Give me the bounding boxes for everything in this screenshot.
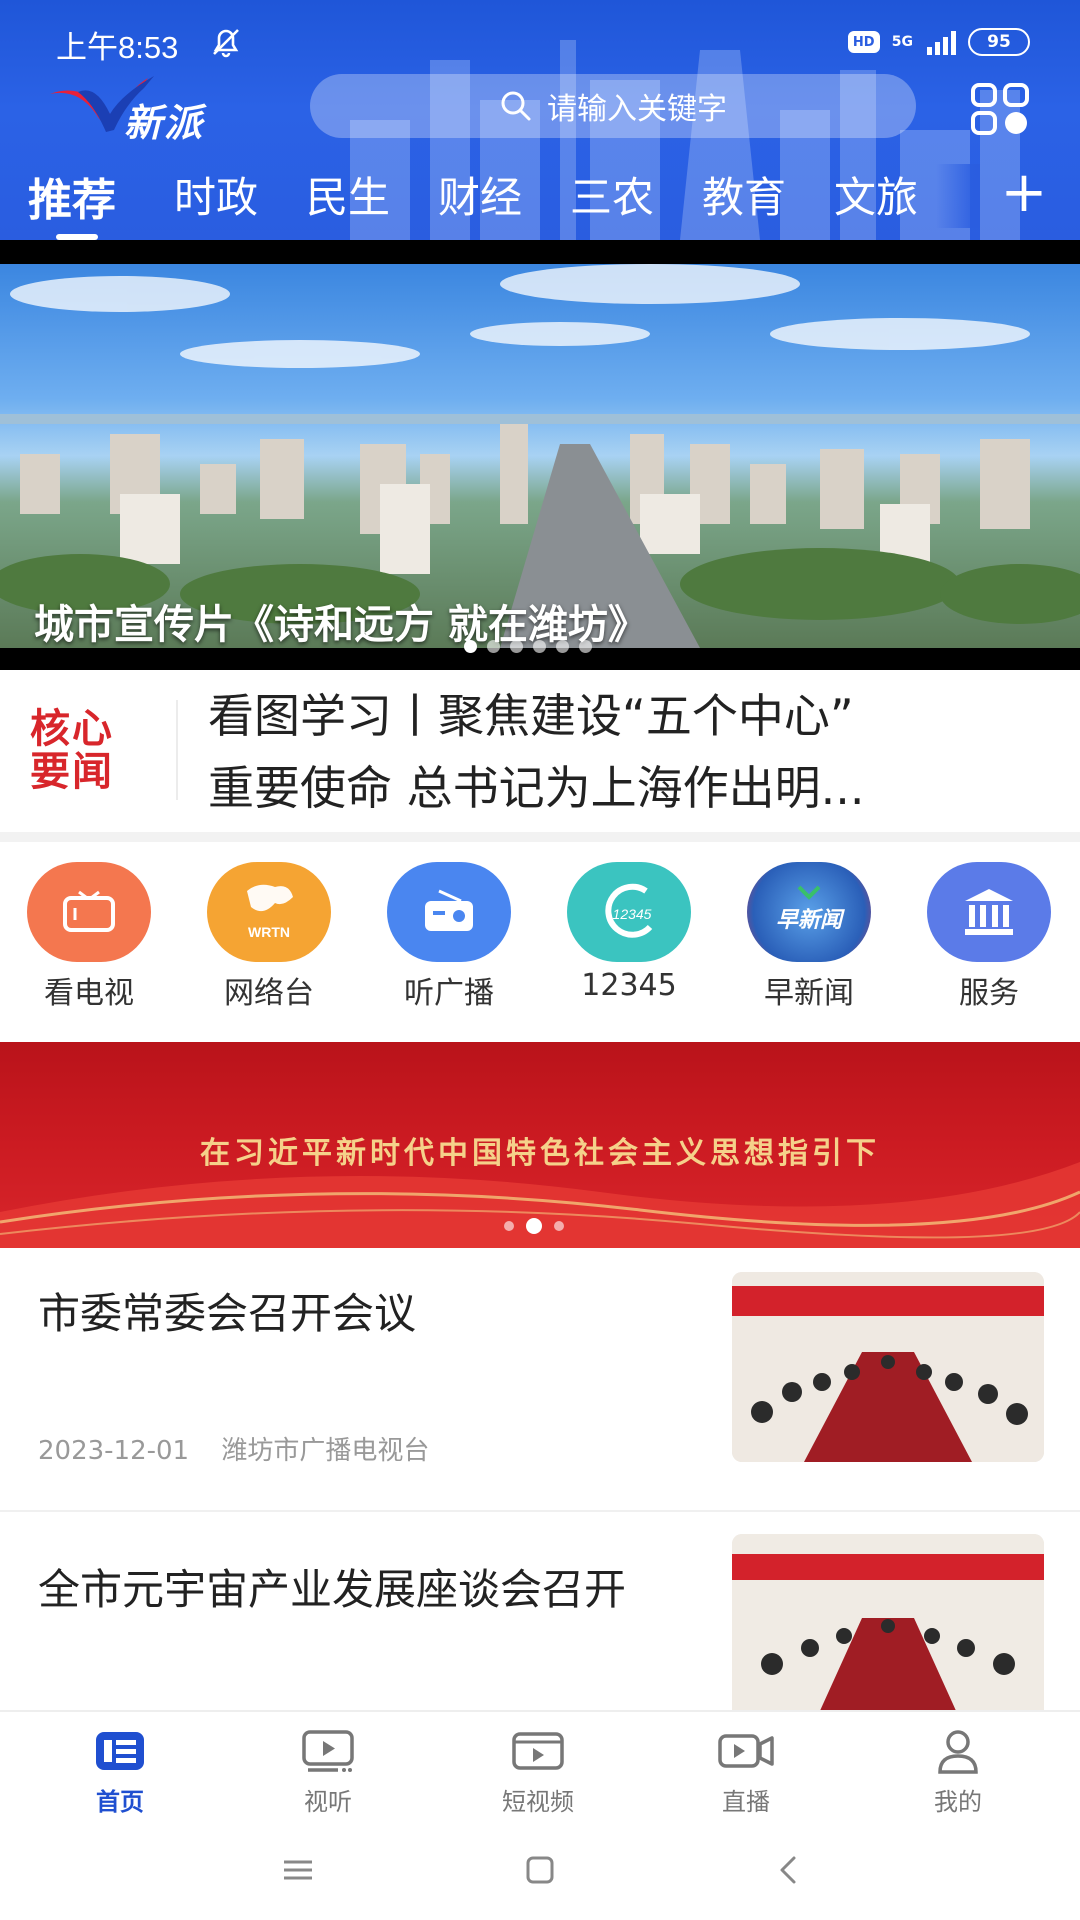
news-title: 全市元宇宙产业发展座谈会召开 [38, 1565, 627, 1614]
service-label: 12345 [581, 968, 677, 1003]
channel-fade [936, 164, 980, 228]
city-aerial-illustration [0, 264, 1080, 648]
service-radio[interactable]: 听广播 [384, 862, 514, 1012]
tab-recommend[interactable]: 推荐 [28, 164, 116, 228]
status-bar: 上午8:53 HD 5G 95 [0, 0, 1080, 80]
service-label: 服务 [959, 976, 1019, 1011]
home-square-icon[interactable] [518, 1850, 562, 1890]
bell-muted-icon [213, 29, 239, 58]
tab-livelihood[interactable]: 民生 [306, 164, 390, 225]
tab-label: 短视频 [502, 1788, 574, 1816]
hero-carousel[interactable]: 城市宣传片《诗和远方 就在潍坊》 [0, 240, 1080, 670]
tab-politics[interactable]: 时政 [174, 164, 258, 225]
search-bar[interactable]: 请输入关键字 [310, 74, 916, 138]
service-label: 网络台 [224, 976, 314, 1011]
hotline-icon: 12345 [567, 862, 691, 962]
back-icon[interactable] [766, 1850, 810, 1890]
tab-short-video[interactable]: 短视频 [468, 1728, 608, 1817]
news-thumbnail [732, 1534, 1044, 1710]
service-label: 听广播 [404, 976, 494, 1011]
core-news-line2: 重要使命 总书记为上海作出明... [208, 761, 865, 815]
core-badge-line2: 要闻 [30, 749, 114, 795]
morning-news-icon: 早新闻 [747, 862, 871, 962]
tab-education[interactable]: 教育 [702, 164, 786, 225]
service-label: 早新闻 [764, 976, 854, 1011]
hero-banner-image[interactable]: 城市宣传片《诗和远方 就在潍坊》 [0, 264, 1080, 648]
tab-profile[interactable]: 我的 [888, 1728, 1028, 1817]
app-logo-text: 新派 [124, 101, 205, 145]
service-web-station[interactable]: WRTN 网络台 [204, 862, 334, 1012]
service-building-icon [927, 862, 1051, 962]
hd-badge: HD [847, 31, 880, 53]
tab-label: 首页 [96, 1788, 144, 1816]
wrtn-badge: WRTN [248, 924, 290, 940]
quick-services: 看电视 WRTN 网络台 听广播 12345 12345 早新闻 早新闻 服务 [0, 842, 1080, 1042]
search-icon [501, 91, 531, 121]
news-source: 潍坊市广播电视台 [221, 1436, 430, 1466]
battery-icon: 95 [968, 28, 1030, 56]
banner-pagination [464, 640, 592, 653]
profile-icon [938, 1730, 978, 1774]
morning-news-badge: 早新闻 [776, 907, 845, 933]
core-news-badge: 核心 要闻 [30, 708, 154, 794]
news-item[interactable]: 市委常委会召开会议 2023-12-01 潍坊市广播电视台 [0, 1248, 1080, 1512]
tv-icon [27, 862, 151, 962]
tab-culture-tourism[interactable]: 文旅 [834, 164, 918, 225]
status-indicators: HD 5G 95 [847, 26, 1030, 58]
status-time: 上午8:53 [56, 30, 179, 65]
news-thumbnail [732, 1272, 1044, 1462]
apps-grid-icon[interactable] [970, 82, 1032, 136]
core-news-headline[interactable]: 看图学习丨聚焦建设“五个中心” 重要使命 总书记为上海作出明... [208, 680, 1048, 824]
promo-pagination [504, 1218, 564, 1234]
hotline-badge: 12345 [613, 906, 652, 922]
network-type: 5G [891, 34, 913, 50]
service-label: 看电视 [44, 976, 134, 1011]
service-morning-news[interactable]: 早新闻 早新闻 [744, 862, 874, 1012]
system-navigation-bar [0, 1820, 1080, 1920]
live-camera-icon [718, 1734, 774, 1768]
tab-home[interactable]: 首页 [50, 1728, 190, 1817]
audio-visual-icon [302, 1730, 354, 1772]
service-services[interactable]: 服务 [924, 862, 1054, 1012]
tab-label: 我的 [934, 1788, 982, 1816]
core-news-ticker[interactable]: 核心 要闻 看图学习丨聚焦建设“五个中心” 重要使命 总书记为上海作出明... [0, 670, 1080, 832]
top-header: 上午8:53 HD 5G 95 新派 请输入关键字 推荐 时政 民生 财经 三农… [0, 0, 1080, 240]
tab-agriculture[interactable]: 三农 [570, 164, 654, 225]
bottom-tab-bar: 首页 视听 短视频 直播 我的 [0, 1710, 1080, 1820]
news-date: 2023-12-01 [38, 1436, 190, 1466]
tab-finance[interactable]: 财经 [438, 164, 522, 225]
tab-audio-visual[interactable]: 视听 [258, 1728, 398, 1817]
radio-icon [387, 862, 511, 962]
news-meta: 2023-12-01 潍坊市广播电视台 [38, 1430, 429, 1467]
news-title: 市委常委会召开会议 [38, 1289, 417, 1338]
search-placeholder: 请输入关键字 [547, 92, 727, 127]
signal-icon [927, 29, 956, 55]
add-channel-icon[interactable]: + [996, 165, 1052, 224]
home-news-icon [96, 1732, 144, 1770]
core-news-line1: 看图学习丨聚焦建设“五个中心” [208, 689, 854, 743]
tab-label: 视听 [304, 1788, 352, 1816]
tab-live[interactable]: 直播 [676, 1728, 816, 1817]
channel-tabs: 推荐 时政 民生 财经 三农 教育 文旅 [0, 164, 1080, 240]
tab-label: 直播 [722, 1788, 770, 1816]
short-video-icon [512, 1732, 564, 1770]
wrtn-icon: WRTN [207, 862, 331, 962]
section-gap [0, 832, 1080, 842]
service-hotline[interactable]: 12345 12345 [564, 862, 694, 1003]
news-item[interactable]: 全市元宇宙产业发展座谈会召开 [0, 1512, 1080, 1710]
menu-icon[interactable] [276, 1850, 320, 1890]
divider [176, 700, 178, 800]
core-badge-line1: 核心 [30, 706, 114, 752]
service-watch-tv[interactable]: 看电视 [24, 862, 154, 1012]
promo-banner-text: 在习近平新时代中国特色社会主义思想指引下 [200, 1136, 880, 1171]
